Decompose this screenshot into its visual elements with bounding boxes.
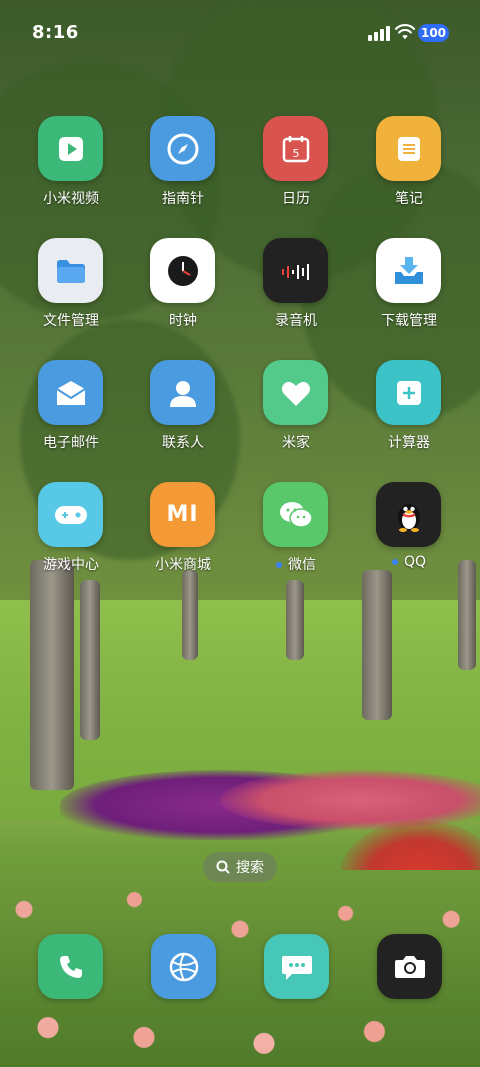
calculator-icon — [376, 360, 441, 425]
cellular-signal-icon — [368, 25, 390, 41]
app-qq[interactable]: QQ — [354, 482, 464, 592]
video-play-icon — [38, 116, 103, 181]
app-label: 计算器 — [388, 435, 430, 451]
search-label: 搜索 — [236, 860, 264, 876]
app-label: 指南针 — [162, 191, 204, 207]
wallpaper-flowerbed — [60, 770, 380, 840]
wallpaper-tree-trunk — [30, 560, 74, 790]
heart-icon — [263, 360, 328, 425]
dock-camera[interactable] — [377, 934, 442, 999]
app-label: 电子邮件 — [43, 435, 99, 451]
app-label: 游戏中心 — [43, 557, 99, 573]
app-label: 下载管理 — [381, 313, 437, 329]
wallpaper-tree-trunk — [80, 580, 100, 740]
wechat-icon — [263, 482, 328, 547]
search-button[interactable]: 搜索 — [203, 852, 277, 882]
camera-icon — [394, 955, 425, 978]
messages-icon — [281, 955, 312, 980]
folder-icon — [38, 238, 103, 303]
new-install-dot — [391, 559, 398, 565]
app-notes[interactable]: 笔记 — [354, 116, 464, 226]
app-download-manager[interactable]: 下载管理 — [354, 238, 464, 348]
app-label: 小米商城 — [155, 557, 211, 573]
app-mi-store[interactable]: MI 小米商城 — [128, 482, 238, 592]
app-email[interactable]: 电子邮件 — [16, 360, 126, 470]
recorder-icon — [263, 238, 328, 303]
wallpaper-tree-trunk — [286, 580, 304, 660]
calendar-icon: 5 — [263, 116, 328, 181]
dock-phone[interactable] — [38, 934, 103, 999]
notes-icon — [376, 116, 441, 181]
app-label: 时钟 — [169, 313, 197, 329]
game-controller-icon — [38, 482, 103, 547]
app-label: 米家 — [282, 435, 310, 451]
app-contacts[interactable]: 联系人 — [128, 360, 238, 470]
app-calculator[interactable]: 计算器 — [354, 360, 464, 470]
app-label: 微信 — [288, 557, 316, 573]
app-label-with-dot: QQ — [354, 554, 464, 570]
app-label: 日历 — [282, 191, 310, 207]
app-label: 文件管理 — [43, 313, 99, 329]
browser-icon — [169, 952, 198, 981]
home-screen: 8:16 100 小米视频 指南针 5 日历 笔记 文件管理 时钟 录音机 下载… — [0, 0, 480, 1067]
app-clock[interactable]: 时钟 — [128, 238, 238, 348]
app-wechat[interactable]: 微信 — [241, 482, 351, 592]
app-label-with-dot: 微信 — [241, 554, 351, 574]
phone-icon — [59, 955, 82, 978]
wallpaper-lawn — [0, 600, 480, 820]
download-icon — [376, 238, 441, 303]
wallpaper-flowerbed — [340, 820, 480, 930]
app-label: QQ — [403, 554, 427, 570]
app-label: 录音机 — [275, 313, 317, 329]
mi-logo-text: MI — [166, 502, 199, 527]
mail-icon — [38, 360, 103, 425]
app-label: 笔记 — [395, 191, 423, 207]
status-time: 8:16 — [32, 22, 79, 43]
battery-indicator: 100 — [418, 24, 449, 42]
compass-icon — [150, 116, 215, 181]
app-label: 联系人 — [162, 435, 204, 451]
app-file-manager[interactable]: 文件管理 — [16, 238, 126, 348]
status-bar: 8:16 100 — [0, 0, 480, 66]
dock-browser[interactable] — [151, 934, 216, 999]
app-recorder[interactable]: 录音机 — [241, 238, 351, 348]
contact-icon — [150, 360, 215, 425]
wifi-icon — [394, 24, 416, 40]
dock-messages[interactable] — [264, 934, 329, 999]
clock-icon — [150, 238, 215, 303]
app-mi-video[interactable]: 小米视频 — [16, 116, 126, 226]
app-game-center[interactable]: 游戏中心 — [16, 482, 126, 592]
app-mi-home[interactable]: 米家 — [241, 360, 351, 470]
wallpaper-flowerbed — [220, 770, 480, 830]
mi-logo-icon: MI — [150, 482, 215, 547]
app-label: 小米视频 — [43, 191, 99, 207]
app-calendar[interactable]: 5 日历 — [241, 116, 351, 226]
calendar-day: 5 — [292, 147, 299, 160]
wallpaper-tree-trunk — [362, 570, 392, 720]
app-compass[interactable]: 指南针 — [128, 116, 238, 226]
new-install-dot — [276, 562, 282, 568]
qq-penguin-icon — [376, 482, 441, 547]
search-icon — [216, 860, 230, 874]
